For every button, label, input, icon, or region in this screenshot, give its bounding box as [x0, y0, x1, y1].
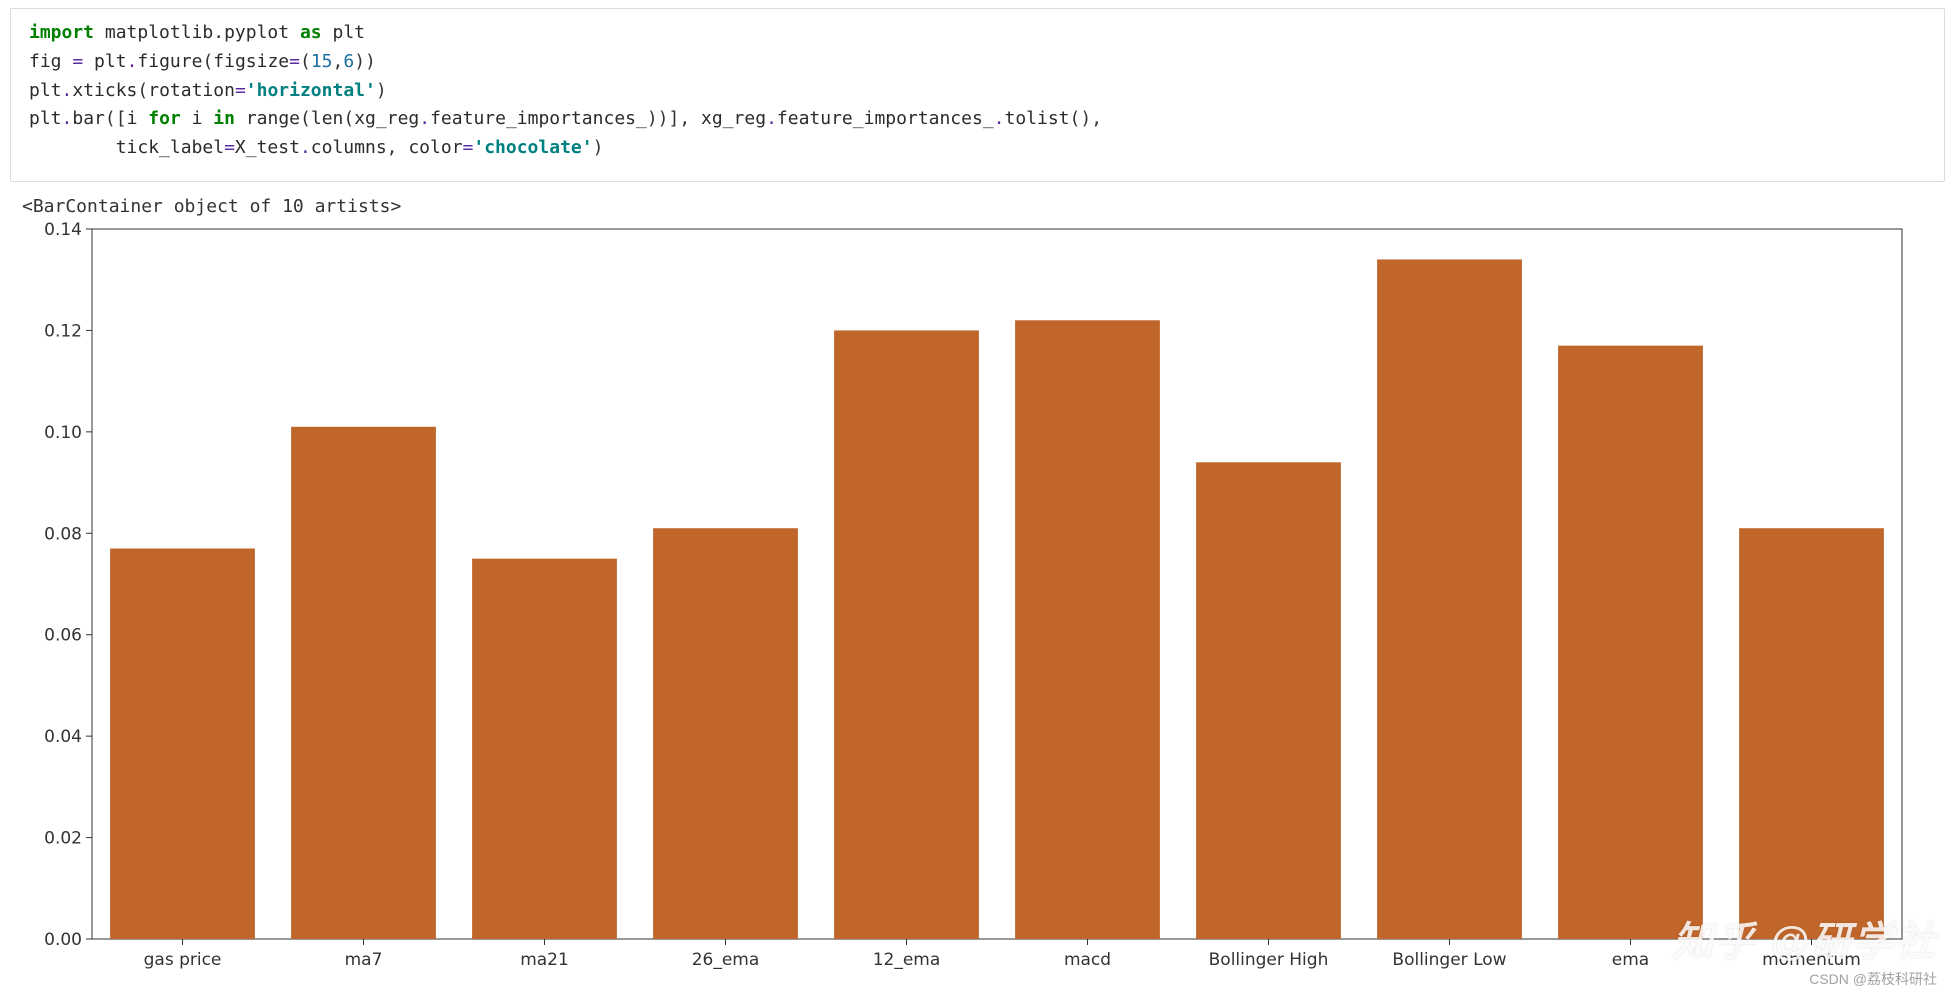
kw-ticklabel: tick_label: [116, 137, 224, 158]
fn-figure: figure: [137, 51, 202, 72]
fn-bar: bar: [72, 108, 105, 129]
ytick-label: 0.12: [44, 321, 82, 341]
xgreg1: xg_reg: [354, 108, 419, 129]
xtick-label: ema: [1612, 950, 1649, 970]
plt4: plt: [29, 108, 62, 129]
chart-container: 0.00 0.02 0.04 0.06 0.08 0.10 0.12 0.14 gas pric…: [22, 219, 1945, 979]
num-6: 6: [343, 51, 354, 72]
xtick-label: 12_ema: [873, 950, 941, 970]
ytick-label: 0.06: [44, 626, 82, 646]
kw-as: as: [300, 22, 322, 43]
xtick-label: ma21: [520, 950, 569, 970]
bar: [1558, 346, 1703, 939]
fn-range: range: [246, 108, 300, 129]
ytick-label: 0.10: [44, 423, 82, 443]
fn-tolist: tolist: [1005, 108, 1070, 129]
kw-color: color: [408, 137, 462, 158]
bar: [1196, 462, 1341, 939]
xtick-label: Bollinger Low: [1392, 950, 1506, 970]
ytick-label: 0.00: [44, 930, 82, 950]
op-eq: =: [72, 51, 83, 72]
output-text: <BarContainer object of 10 artists>: [22, 196, 1945, 217]
plt2: plt: [94, 51, 127, 72]
xtick-label: Bollinger High: [1209, 950, 1329, 970]
xtick-label: momentum: [1762, 950, 1861, 970]
str-chocolate: 'chocolate': [473, 137, 592, 158]
alias-plt: plt: [332, 22, 365, 43]
bar: [834, 330, 979, 939]
fn-len: len: [311, 108, 344, 129]
bar: [1015, 320, 1160, 939]
bar: [653, 528, 798, 939]
var-i1: i: [127, 108, 138, 129]
ytick-label: 0.14: [44, 220, 82, 240]
ytick-label: 0.02: [44, 829, 82, 849]
code-cell: import matplotlib.pyplot as plt fig = pl…: [10, 8, 1945, 182]
fn-xticks: xticks: [72, 80, 137, 101]
xgreg2: xg_reg: [701, 108, 766, 129]
bar: [291, 427, 436, 939]
kw-figsize: figsize: [213, 51, 289, 72]
kw-import: import: [29, 22, 94, 43]
xtick-label: macd: [1064, 950, 1111, 970]
bar: [110, 548, 255, 939]
kw-rotation: rotation: [148, 80, 235, 101]
xtest: X_test: [235, 137, 300, 158]
bar-chart: 0.00 0.02 0.04 0.06 0.08 0.10 0.12 0.14 gas pric…: [22, 219, 1922, 979]
ytick-label: 0.04: [44, 727, 82, 747]
plt3: plt: [29, 80, 62, 101]
str-horizontal: 'horizontal': [246, 80, 376, 101]
bar: [472, 559, 617, 939]
cols: columns: [311, 137, 387, 158]
xtick-label: gas price: [144, 950, 222, 970]
num-15: 15: [311, 51, 333, 72]
var-i2: i: [192, 108, 203, 129]
var-fig: fig: [29, 51, 62, 72]
bar: [1739, 528, 1884, 939]
module-name: matplotlib.pyplot: [105, 22, 289, 43]
ytick-label: 0.08: [44, 524, 82, 544]
fi1: feature_importances_: [430, 108, 647, 129]
code-block: import matplotlib.pyplot as plt fig = pl…: [29, 19, 1926, 163]
bar: [1377, 259, 1522, 939]
xtick-label: ma7: [345, 950, 383, 970]
fi2: feature_importances_: [777, 108, 994, 129]
xtick-label: 26_ema: [692, 950, 760, 970]
kw-for: for: [148, 108, 181, 129]
kw-in: in: [213, 108, 235, 129]
